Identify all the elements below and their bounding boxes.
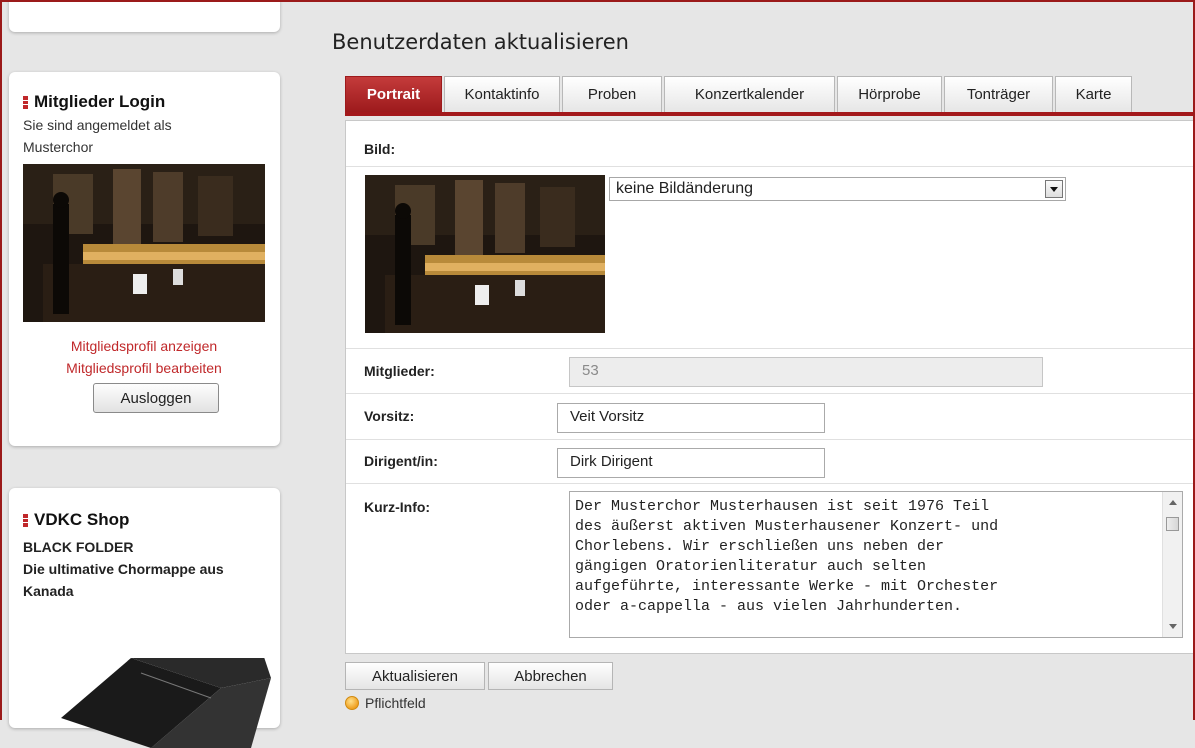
bullet-mark-icon xyxy=(23,513,28,527)
logout-button[interactable]: Ausloggen xyxy=(93,383,219,413)
shop-box: VDKC Shop BLACK FOLDER Die ultimative Ch… xyxy=(9,488,280,748)
portrait-photo xyxy=(365,175,605,333)
logged-in-text: Sie sind angemeldet als Musterchor xyxy=(23,117,172,155)
image-select[interactable]: keine Bildänderung xyxy=(609,177,1066,201)
tab-bar: Portrait Kontaktinfo Proben Konzertkalen… xyxy=(345,76,1195,116)
tab-tontraeger[interactable]: Tonträger xyxy=(944,76,1053,112)
required-note: Pflichtfeld xyxy=(345,695,426,711)
bullet-mark-icon xyxy=(23,95,28,109)
info-text[interactable]: Der Musterchor Musterhausen ist seit 197… xyxy=(570,492,1160,637)
members-label: Mitglieder: xyxy=(364,363,435,379)
choir-photo xyxy=(23,164,265,322)
sidebar-top-box xyxy=(9,0,280,32)
conductor-field[interactable]: Dirk Dirigent xyxy=(557,448,825,478)
image-label: Bild: xyxy=(364,141,396,157)
folder-product-image[interactable] xyxy=(21,658,271,748)
chevron-down-icon[interactable] xyxy=(1045,180,1063,198)
conductor-label: Dirigent/in: xyxy=(364,453,438,469)
shop-product-name: BLACK FOLDER xyxy=(23,539,134,555)
form-panel: Bild: keine Bildänderung Mitglieder: 53 … xyxy=(345,120,1195,654)
tab-kontaktinfo[interactable]: Kontaktinfo xyxy=(444,76,560,112)
login-title: Mitglieder Login xyxy=(34,92,166,111)
required-dot-icon xyxy=(345,696,359,710)
divider xyxy=(346,483,1195,484)
cancel-button[interactable]: Abbrechen xyxy=(488,662,613,690)
scroll-up-icon[interactable] xyxy=(1169,500,1177,505)
divider xyxy=(346,348,1195,349)
tab-proben[interactable]: Proben xyxy=(562,76,662,112)
tab-karte[interactable]: Karte xyxy=(1055,76,1132,112)
login-box-title: Mitglieder Login xyxy=(23,92,280,112)
chair-field[interactable]: Veit Vorsitz xyxy=(557,403,825,433)
info-textarea[interactable]: Der Musterchor Musterhausen ist seit 197… xyxy=(569,491,1183,638)
members-field: 53 xyxy=(569,357,1043,387)
divider xyxy=(346,166,1195,167)
required-note-text: Pflichtfeld xyxy=(365,695,426,711)
divider xyxy=(346,439,1195,440)
shop-box-title: VDKC Shop xyxy=(23,510,280,530)
shop-product-desc: Die ultimative Chormappe aus Kanada xyxy=(23,561,224,599)
scroll-down-icon[interactable] xyxy=(1169,624,1177,629)
divider xyxy=(346,393,1195,394)
info-label: Kurz-Info: xyxy=(364,499,431,515)
profile-show-link[interactable]: Mitgliedsprofil anzeigen xyxy=(23,335,265,357)
tab-konzertkalender[interactable]: Konzertkalender xyxy=(664,76,835,112)
tab-hoerprobe[interactable]: Hörprobe xyxy=(837,76,942,112)
shop-title: VDKC Shop xyxy=(34,510,130,529)
scroll-thumb[interactable] xyxy=(1166,517,1179,531)
chair-label: Vorsitz: xyxy=(364,408,415,424)
tab-portrait[interactable]: Portrait xyxy=(345,76,442,112)
profile-edit-link[interactable]: Mitgliedsprofil bearbeiten xyxy=(23,357,265,379)
textarea-scrollbar[interactable] xyxy=(1162,492,1182,637)
login-box: Mitglieder Login Sie sind angemeldet als… xyxy=(9,72,280,446)
update-button[interactable]: Aktualisieren xyxy=(345,662,485,690)
page-title: Benutzerdaten aktualisieren xyxy=(332,30,629,54)
image-select-value: keine Bildänderung xyxy=(616,180,753,197)
